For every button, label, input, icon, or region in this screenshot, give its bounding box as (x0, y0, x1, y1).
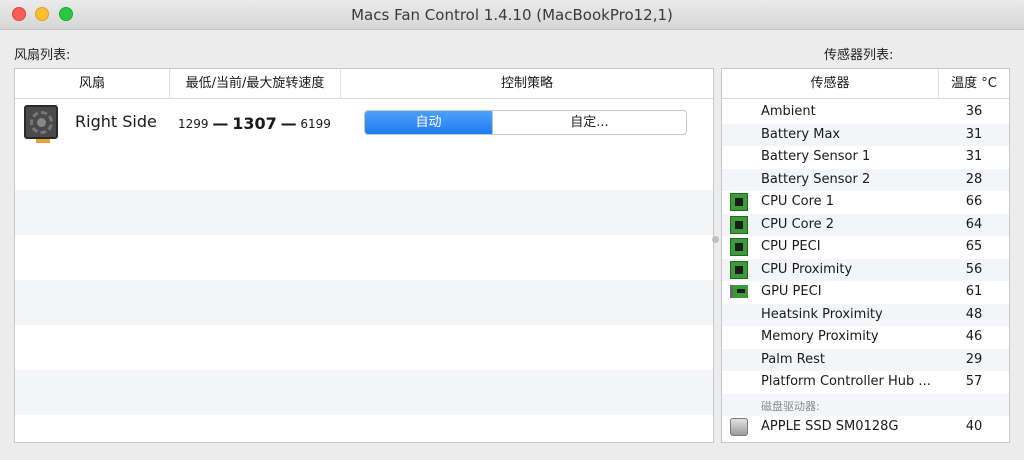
fan-min-speed: 1299 (178, 117, 209, 131)
sensor-table-header: 传感器 温度 °C (722, 69, 1009, 99)
sensor-row[interactable]: Battery Max 31 (722, 123, 1009, 146)
column-header-speed[interactable]: 最低/当前/最大旋转速度 (170, 69, 341, 99)
sensor-row[interactable]: Heatsink Proximity 48 (722, 303, 1009, 326)
sensor-name: Palm Rest (761, 351, 825, 367)
sensor-row[interactable]: GPU PECI 61 (722, 281, 1009, 304)
column-header-fan[interactable]: 风扇 (15, 69, 170, 99)
sensor-row[interactable]: Battery Sensor 1 31 (722, 146, 1009, 169)
sensor-row[interactable]: APPLE SSD SM0128G 40 (722, 416, 1009, 439)
sensor-name: Ambient (761, 104, 816, 119)
cpu-chip-icon (730, 193, 748, 211)
sensor-name: CPU Core 1 (761, 194, 835, 209)
fan-max-speed: 6199 (300, 117, 331, 131)
sensor-row[interactable]: Ambient 36 (722, 101, 1009, 124)
sensor-temperature: 66 (965, 194, 983, 209)
sensor-temperature: 56 (965, 261, 983, 277)
empty-row (15, 190, 713, 235)
fan-name: Right Side (75, 112, 157, 131)
sensor-temperature: 31 (965, 149, 983, 164)
sensor-name: CPU PECI (761, 239, 821, 254)
title-bar: Macs Fan Control 1.4.10 (MacBookPro12,1) (0, 0, 1024, 30)
gpu-card-icon (730, 285, 748, 298)
sensor-row[interactable]: Battery Sensor 2 28 (722, 168, 1009, 191)
sensor-name: Platform Controller Hub ... (761, 374, 931, 389)
sensor-temperature: 64 (965, 216, 983, 232)
sensor-group-header: 磁盘驱动器: (722, 393, 1009, 416)
sensor-name: GPU PECI (761, 284, 822, 299)
column-header-control[interactable]: 控制策略 (341, 69, 713, 99)
sensor-name: Memory Proximity (761, 329, 879, 344)
sensor-temperature: 57 (965, 374, 983, 389)
split-view-divider[interactable] (712, 236, 719, 243)
sensor-name: CPU Proximity (761, 261, 853, 277)
sensor-row[interactable]: CPU PECI 65 (722, 236, 1009, 259)
fan-table-header: 风扇 最低/当前/最大旋转速度 控制策略 (15, 69, 713, 99)
sensor-row[interactable]: CPU Core 2 64 (722, 213, 1009, 236)
sensor-temperature: 29 (965, 351, 983, 367)
sensor-name: Battery Sensor 2 (761, 171, 871, 187)
window-title: Macs Fan Control 1.4.10 (MacBookPro12,1) (351, 6, 673, 24)
fan-row[interactable]: Right Side 1299 — 1307 — 6199 自动 自定... (15, 100, 713, 145)
sensor-row[interactable]: Platform Controller Hub ... 57 (722, 371, 1009, 394)
sensor-temperature: 31 (965, 126, 983, 142)
sensor-table: 传感器 温度 °C Ambient 36 Battery Max 31 Battery … (721, 68, 1010, 443)
fan-table: 风扇 最低/当前/最大旋转速度 控制策略 Right Side 1299 — 1… (14, 68, 714, 443)
app-window: Macs Fan Control 1.4.10 (MacBookPro12,1)… (0, 0, 1024, 455)
custom-control-button[interactable]: 自定... (492, 111, 686, 134)
control-mode-segmented: 自动 自定... (364, 110, 687, 135)
speed-separator: — (280, 114, 297, 133)
sensor-row[interactable]: Palm Rest 29 (722, 348, 1009, 371)
sensor-row[interactable]: CPU Proximity 56 (722, 258, 1009, 281)
sensor-temperature: 36 (965, 104, 983, 119)
sensor-temperature: 61 (965, 284, 983, 299)
column-header-sensor[interactable]: 传感器 (722, 69, 939, 99)
speed-separator: — (212, 114, 229, 133)
sensor-temperature: 40 (965, 419, 983, 434)
column-header-temperature[interactable]: 温度 °C (939, 69, 1009, 99)
auto-control-button[interactable]: 自动 (365, 111, 492, 134)
sensor-name: Battery Max (761, 126, 841, 142)
fan-list-label: 风扇列表: (14, 48, 71, 63)
sensor-name: CPU Core 2 (761, 216, 835, 232)
cpu-chip-icon (730, 238, 748, 256)
sensor-temperature: 46 (965, 329, 983, 344)
sensor-temperature: 65 (965, 239, 983, 254)
disk-group-label: 磁盘驱动器: (761, 399, 820, 413)
sensor-row[interactable]: Memory Proximity 46 (722, 326, 1009, 349)
sensor-name: APPLE SSD SM0128G (761, 419, 899, 434)
fan-current-speed: 1307 (232, 114, 277, 133)
empty-row (15, 370, 713, 415)
sensor-temperature: 48 (965, 306, 983, 322)
sensor-row[interactable]: CPU Core 1 66 (722, 191, 1009, 214)
empty-row (15, 280, 713, 325)
fan-speeds: 1299 — 1307 — 6199 (178, 113, 331, 133)
disk-drive-icon (730, 418, 748, 436)
cpu-chip-icon (730, 215, 748, 234)
sensor-temperature: 28 (965, 171, 983, 187)
fan-icon (24, 105, 58, 143)
cpu-chip-icon (730, 260, 748, 279)
sensor-list-label: 传感器列表: (824, 48, 894, 63)
sensor-name: Heatsink Proximity (761, 306, 883, 322)
sensor-name: Battery Sensor 1 (761, 149, 871, 164)
